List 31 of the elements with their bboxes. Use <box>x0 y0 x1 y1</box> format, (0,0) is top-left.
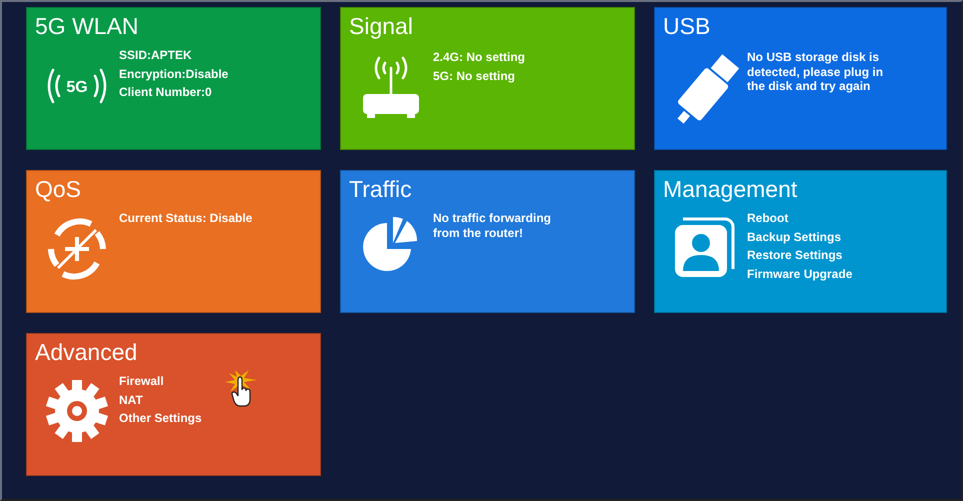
tile-text: No USB storage disk is detected, please plug in the disk and try again <box>747 50 884 94</box>
tile-text: Client Number:0 <box>119 85 213 100</box>
tile-title: QoS <box>34 175 82 203</box>
tile-text: Firmware Upgrade <box>747 266 854 281</box>
tile-title: Advanced <box>34 338 138 366</box>
tile-text: Restore Settings <box>747 248 844 262</box>
tile-text: 2.4G: No setting <box>433 50 526 64</box>
tile-title: Signal <box>348 12 414 40</box>
tile-title: Management <box>662 175 798 203</box>
menu-tile[interactable]: USB No USB storage disk is detected, please plug in the disk and try again <box>654 7 947 150</box>
tile-text: 5G: No setting <box>433 68 516 83</box>
menu-tile[interactable]: Signal 2.4G: No setting 5G: No setting <box>340 7 635 150</box>
tile-text: Current Status: Disable <box>119 211 254 226</box>
user-profile-icon <box>673 215 737 279</box>
menu-tile[interactable]: 5G WLAN 5G SSID:APTEK Encryption:Disable Client Number:0 <box>26 7 321 150</box>
menu-tile[interactable]: Traffic No traffic forwarding from the router! <box>340 170 635 313</box>
menu-tile[interactable]: Advanced Firewall NAT Other Settings <box>26 333 321 476</box>
tile-text: Backup Settings <box>747 230 842 244</box>
tile-text: Other Settings <box>119 411 203 426</box>
menu-tile[interactable]: QoS Current Status: Disable <box>26 170 321 313</box>
tile-text: Reboot <box>747 211 790 226</box>
tile-text: Encryption:Disable <box>119 66 230 81</box>
tile-title: USB <box>662 12 712 40</box>
tile-title: 5G WLAN <box>34 12 140 40</box>
tile-text: Firewall <box>119 374 165 388</box>
tile-title: Traffic <box>348 175 413 203</box>
menu-tile[interactable]: Management Reboot Backup Settings Restore Settings Firmware Upgrade <box>654 170 947 313</box>
gear-icon <box>44 378 110 444</box>
tile-text: SSID:APTEK <box>119 48 193 62</box>
tile-text: No traffic forwarding from the router! <box>433 211 552 240</box>
tile-text: NAT <box>119 392 144 407</box>
